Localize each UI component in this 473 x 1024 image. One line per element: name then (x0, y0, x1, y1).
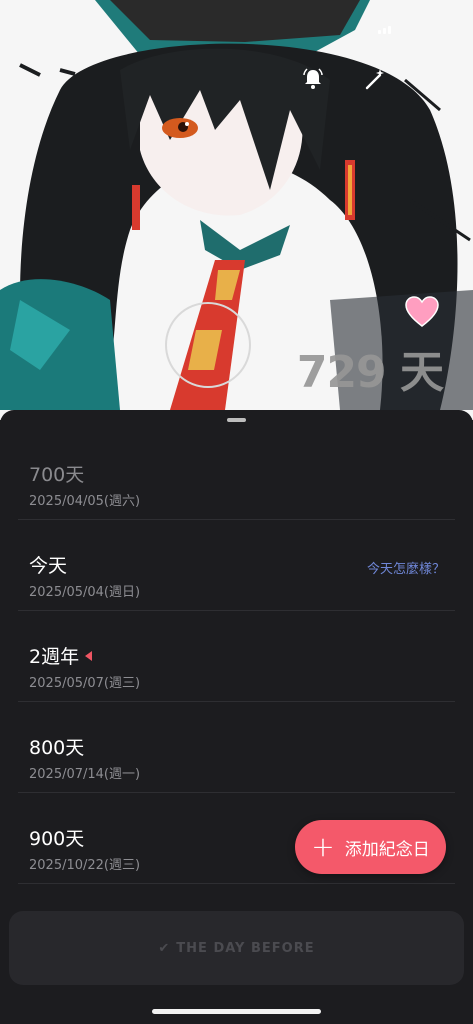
heart-icon[interactable] (405, 296, 439, 328)
add-button-label: 添加紀念日 (344, 839, 430, 860)
list-item[interactable]: 今天 2025/05/04(週日) 今天怎麼樣？ (18, 520, 455, 611)
days-count: 729 天 (296, 347, 444, 398)
event-date: 2025/05/04(週日) (29, 585, 141, 600)
home-indicator[interactable] (152, 1009, 321, 1014)
event-title: 今天 (29, 555, 68, 577)
event-date: 2025/10/22(週三) (29, 858, 141, 873)
check-icon: ✔ (158, 940, 171, 956)
event-date: 2025/04/05(週六) (29, 494, 141, 509)
signal-icon (378, 26, 391, 34)
the-day-before-banner[interactable]: ✔ THE DAY BEFORE (9, 911, 464, 985)
list-item[interactable]: 700天 2025/04/05(週六) (18, 429, 455, 520)
magic-wand-icon[interactable] (360, 64, 390, 94)
list-item[interactable]: 2週年 2025/05/07(週三) (18, 611, 455, 702)
marker-icon (85, 650, 93, 661)
list-item[interactable]: 800天 2025/07/14(週一) (18, 702, 455, 793)
today-link[interactable]: 今天怎麼樣？ (367, 558, 445, 577)
add-anniversary-button[interactable]: + 添加紀念日 (295, 820, 446, 874)
plus-icon: + (311, 830, 335, 863)
event-title: 900天 (29, 828, 85, 850)
event-title: 800天 (29, 737, 85, 759)
anniversary-sheet[interactable]: 700天 2025/04/05(週六) 今天 2025/05/04(週日) 今天… (0, 410, 473, 1024)
event-title: 2週年 (29, 646, 80, 668)
banner-label: THE DAY BEFORE (176, 940, 315, 956)
hero-background[interactable]: 729 天 (0, 0, 473, 420)
event-title-wrapper: 2週年 (29, 642, 93, 669)
event-title: 700天 (29, 464, 85, 486)
sheet-grabber[interactable] (227, 418, 246, 422)
event-date: 2025/07/14(週一) (29, 767, 141, 782)
event-date: 2025/05/07(週三) (29, 676, 141, 691)
bell-icon[interactable] (298, 64, 328, 94)
